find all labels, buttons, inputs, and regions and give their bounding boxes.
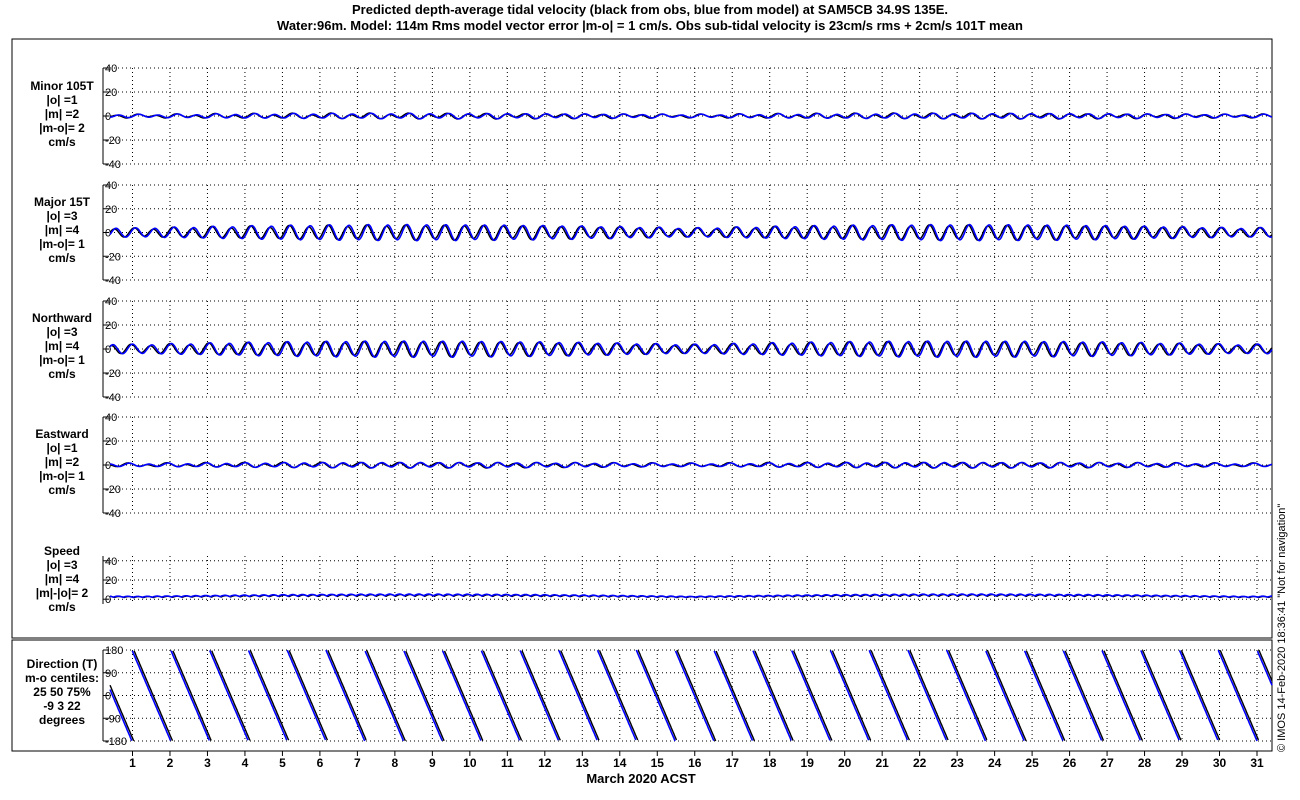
tidal-velocity-figure: Predicted depth-average tidal velocity (… <box>11 2 1288 786</box>
x-tick-label: 24 <box>988 756 1002 770</box>
y-tick-label: 40 <box>105 63 117 75</box>
panel-2: 40200-20-40Major 15T|o| =3|m| =4|m-o|= 1… <box>34 180 1273 287</box>
x-tick-label: 30 <box>1213 756 1227 770</box>
x-tick-label: 11 <box>501 756 514 770</box>
x-tick-label: 6 <box>317 756 324 770</box>
x-tick-label: 26 <box>1063 756 1077 770</box>
x-tick-label: 21 <box>875 756 889 770</box>
y-tick-label: 0 <box>105 460 111 472</box>
panel-label-line: cm/s <box>48 251 76 265</box>
y-tick-label: -40 <box>105 159 121 171</box>
x-tick-label: 15 <box>651 756 665 770</box>
panel-4: 40 20 0 -20 -40 Eastward|o| =1|m| =2|m-o|= 1c… <box>35 412 1273 520</box>
panel-label-line: |m| =2 <box>45 107 80 121</box>
panel-label-line: cm/s <box>48 135 76 149</box>
panel-label-line: Eastward <box>35 427 88 441</box>
x-tick-label: 16 <box>688 756 702 770</box>
x-tick-label: 31 <box>1250 756 1264 770</box>
panel-label-line: |m|-|o|= 2 <box>36 586 89 600</box>
panel-label-line: Direction (T) <box>27 657 98 671</box>
x-tick-label: 18 <box>763 756 777 770</box>
x-axis-label: March 2020 ACST <box>586 771 695 786</box>
panel-label-line: cm/s <box>48 600 76 614</box>
panel-1: 40200-20-40Minor 105T|o| =1|m| =2|m-o|= … <box>30 63 1273 171</box>
panel-label-line: |m| =2 <box>45 455 80 469</box>
chart-title: Predicted depth-average tidal velocity (… <box>352 2 948 17</box>
x-tick-label: 19 <box>801 756 815 770</box>
panel-label-line: -9 3 22 <box>43 699 81 713</box>
x-tick-label: 5 <box>279 756 286 770</box>
panel-label-line: m-o centiles: <box>25 671 99 685</box>
panel-label-line: |m| =4 <box>45 339 80 353</box>
x-tick-label: 20 <box>838 756 852 770</box>
panel-label-line: |o| =3 <box>46 209 77 223</box>
y-tick-label: -180 <box>105 736 127 748</box>
x-tick-label: 3 <box>204 756 211 770</box>
chart-subtitle: Water:96m. Model: 114m Rms model vector … <box>277 18 1023 33</box>
y-tick-label: 20 <box>105 436 117 448</box>
y-tick-label: 180 <box>105 645 123 657</box>
panel-label-line: 25 50 75% <box>33 685 91 699</box>
panel-label-line: cm/s <box>48 483 76 497</box>
panel-label-line: |m| =4 <box>45 223 80 237</box>
panel-label-line: |m-o|= 1 <box>39 353 85 367</box>
x-tick-label: 23 <box>950 756 964 770</box>
panels-group: 40200-20-40Minor 105T|o| =1|m| =2|m-o|= … <box>25 63 1273 748</box>
panel-label-line: |o| =1 <box>46 93 77 107</box>
x-tick-label: 22 <box>913 756 927 770</box>
y-tick-label: -40 <box>105 508 121 520</box>
panel-6: 180 90 0 -90 -180 Direction (T)m-o centiles:2… <box>25 645 1273 748</box>
credit-text: © IMOS 14-Feb-2020 18:36:41 "Not for nav… <box>1276 504 1288 752</box>
x-tick-label: 8 <box>392 756 399 770</box>
x-axis-ticks: 1 2 3 4 5 6 7 8 9 10 11 12 13 14 15 16 17 18 19 20 21 22 23 24 2… <box>129 751 1264 770</box>
upper-panel-frame <box>11 38 1273 639</box>
y-tick-label: -20 <box>105 251 121 263</box>
y-tick-label: 20 <box>105 320 117 332</box>
x-tick-label: 12 <box>538 756 552 770</box>
panel-5: 40200Speed|o| =3|m| =4|m|-|o|= 2cm/s <box>36 544 1273 614</box>
x-tick-label: 7 <box>354 756 361 770</box>
y-tick-label: -40 <box>105 392 121 404</box>
x-tick-label: 14 <box>613 756 627 770</box>
panel-label-line: Northward <box>32 311 92 325</box>
panel-label-line: degrees <box>39 713 85 727</box>
x-tick-label: 2 <box>167 756 174 770</box>
y-tick-label: 40 <box>105 296 117 308</box>
panel-label-line: Minor 105T <box>30 79 94 93</box>
y-tick-label: 20 <box>105 87 117 99</box>
x-tick-label: 29 <box>1175 756 1189 770</box>
panel-3: 40200-20-40Northward|o| =3|m| =4|m-o|= 1… <box>32 296 1273 404</box>
x-tick-label: 9 <box>429 756 436 770</box>
y-tick-label: -90 <box>105 713 121 725</box>
x-tick-label: 25 <box>1025 756 1039 770</box>
y-tick-label: 40 <box>105 180 117 192</box>
y-tick-label: -20 <box>105 135 121 147</box>
y-tick-label: 0 <box>105 691 111 703</box>
y-tick-label: -20 <box>105 484 121 496</box>
y-tick-label: 90 <box>105 668 117 680</box>
panel-label-line: cm/s <box>48 367 76 381</box>
y-tick-label: 20 <box>105 575 117 587</box>
panel-label-line: |o| =3 <box>46 325 77 339</box>
x-tick-label: 28 <box>1138 756 1152 770</box>
panel-label-line: |m-o|= 1 <box>39 237 85 251</box>
panel-label-line: Major 15T <box>34 195 91 209</box>
x-tick-label: 1 <box>129 756 136 770</box>
x-tick-label: 4 <box>242 756 249 770</box>
x-tick-label: 10 <box>463 756 477 770</box>
x-tick-label: 13 <box>576 756 590 770</box>
y-tick-label: -40 <box>105 275 121 287</box>
y-tick-label: 20 <box>105 204 117 216</box>
y-tick-label: -20 <box>105 368 121 380</box>
panel-label-line: Speed <box>44 544 80 558</box>
panel-label-line: |o| =1 <box>46 441 77 455</box>
y-tick-label: 40 <box>105 412 117 424</box>
panel-label-line: |m-o|= 1 <box>39 469 85 483</box>
x-tick-label: 17 <box>726 756 740 770</box>
panel-label-line: |o| =3 <box>46 558 77 572</box>
x-tick-label: 27 <box>1100 756 1114 770</box>
panel-label-line: |m-o|= 2 <box>39 121 85 135</box>
panel-label-line: |m| =4 <box>45 572 80 586</box>
y-tick-label: 40 <box>105 556 117 568</box>
